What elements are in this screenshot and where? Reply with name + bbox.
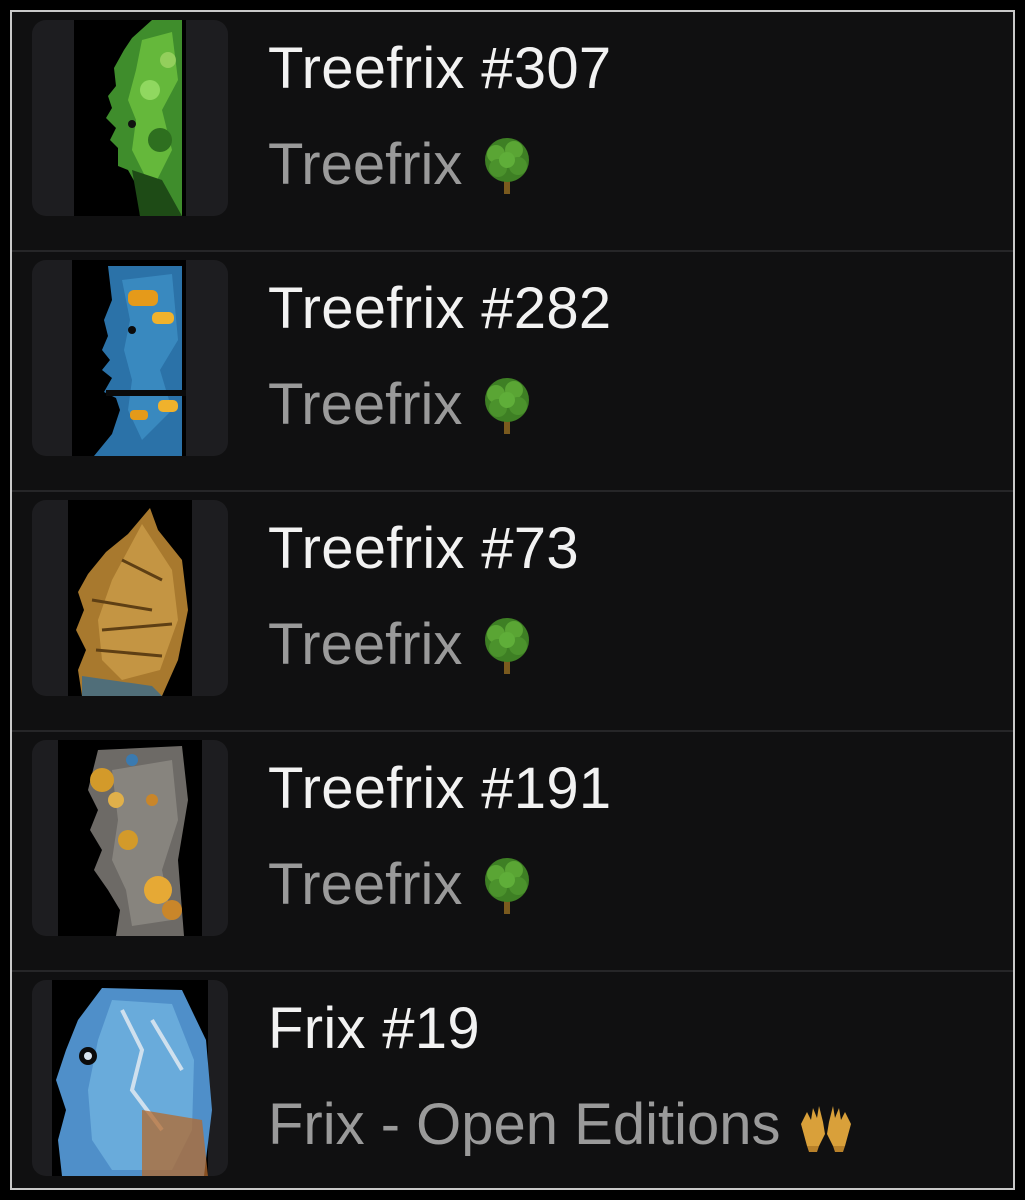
nft-thumbnail[interactable] [32, 500, 228, 696]
deciduous-tree-icon [476, 134, 538, 196]
nft-thumbnail[interactable] [32, 980, 228, 1176]
item-title: Treefrix #191 [268, 756, 612, 821]
list-item-treefrix-282[interactable]: Treefrix #282 Treefrix [12, 252, 1013, 492]
deciduous-tree-icon [476, 854, 538, 916]
collection-name: Treefrix [268, 852, 463, 917]
item-collection[interactable]: Frix - Open Editions [268, 1092, 857, 1158]
collection-name: Treefrix [268, 372, 463, 437]
nft-list: Treefrix #307 Treefrix Treefrix #282 Tre… [12, 12, 1013, 1188]
item-title: Frix #19 [268, 996, 480, 1061]
collectibles-list-frame: Treefrix #307 Treefrix Treefrix #282 Tre… [10, 10, 1015, 1190]
deciduous-tree-icon [476, 374, 538, 436]
collection-name: Treefrix [268, 132, 463, 197]
open-hands-icon [795, 1094, 857, 1156]
collection-name: Frix - Open Editions [268, 1092, 781, 1157]
golden-bark-face-artwork-icon [68, 500, 192, 696]
item-collection[interactable]: Treefrix [268, 372, 538, 438]
gray-moss-bark-face-artwork-icon [58, 740, 202, 936]
item-title: Treefrix #282 [268, 276, 612, 341]
list-item-treefrix-307[interactable]: Treefrix #307 Treefrix [12, 12, 1013, 252]
nft-thumbnail[interactable] [32, 20, 228, 216]
nft-thumbnail[interactable] [32, 260, 228, 456]
item-title: Treefrix #73 [268, 516, 579, 581]
list-item-treefrix-73[interactable]: Treefrix #73 Treefrix [12, 492, 1013, 732]
item-collection[interactable]: Treefrix [268, 852, 538, 918]
deciduous-tree-icon [476, 614, 538, 676]
item-title: Treefrix #307 [268, 36, 612, 101]
list-item-treefrix-191[interactable]: Treefrix #191 Treefrix [12, 732, 1013, 972]
green-foliage-face-artwork-icon [74, 20, 186, 216]
blue-lichen-bark-face-artwork-icon [72, 260, 186, 456]
blue-stone-face-artwork-icon [52, 980, 212, 1176]
collection-name: Treefrix [268, 612, 463, 677]
item-collection[interactable]: Treefrix [268, 132, 538, 198]
nft-thumbnail[interactable] [32, 740, 228, 936]
list-item-frix-19[interactable]: Frix #19 Frix - Open Editions [12, 972, 1013, 1188]
item-collection[interactable]: Treefrix [268, 612, 538, 678]
